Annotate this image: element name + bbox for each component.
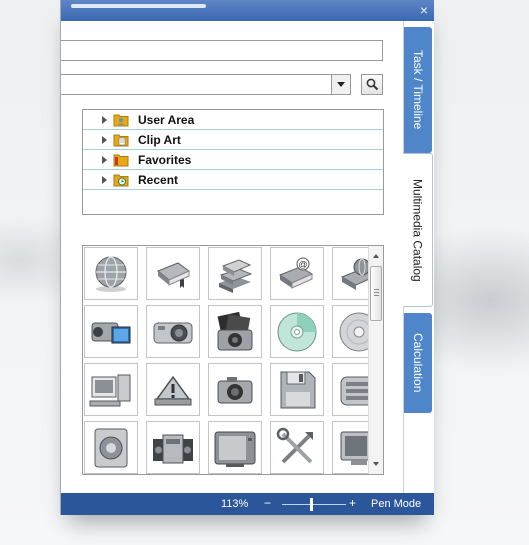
search-combo[interactable] <box>61 74 351 95</box>
gallery-tile-stereo[interactable] <box>146 421 200 474</box>
clipart-folder-icon <box>113 134 129 147</box>
gallery-tile-video-camera[interactable] <box>84 305 138 358</box>
tree-item-recent[interactable]: Recent <box>83 170 383 190</box>
tree-item-user-area[interactable]: User Area <box>83 110 383 130</box>
television-icon <box>214 431 256 467</box>
stereo-icon <box>153 434 193 463</box>
tab-multimedia-catalog[interactable]: Multimedia Catalog <box>403 153 433 307</box>
tree-item-favorites[interactable]: Favorites <box>83 150 383 170</box>
recent-folder-icon <box>113 174 129 187</box>
zoom-slider-thumb[interactable] <box>310 498 313 511</box>
gallery-tile-email-book[interactable]: @ <box>270 247 324 300</box>
gallery-tile-book[interactable] <box>146 247 200 300</box>
zoom-percentage[interactable]: 113% <box>221 498 248 510</box>
tree-item-label: Recent <box>138 173 179 187</box>
gallery-tile-tools[interactable] <box>270 421 324 474</box>
books-stack-icon <box>219 258 253 293</box>
tools-icon <box>276 427 313 463</box>
pen-mode-label[interactable]: Pen Mode <box>371 498 421 510</box>
expand-icon[interactable] <box>102 136 107 144</box>
gallery-tile-photo-camera[interactable] <box>208 305 262 358</box>
clipart-gallery: @ <box>82 245 384 475</box>
globe-icon <box>95 255 127 292</box>
zoom-out-button[interactable]: − <box>264 496 271 510</box>
gallery-tile-floppy-disk[interactable] <box>270 363 324 416</box>
gallery-tile-compact-camera[interactable] <box>146 305 200 358</box>
gallery-tile-desktop-computer[interactable] <box>84 363 138 416</box>
tree-item-label: Favorites <box>138 153 192 167</box>
gallery-tile-speaker[interactable] <box>84 421 138 474</box>
video-camera-icon <box>91 322 131 343</box>
user-folder-icon <box>113 114 129 127</box>
path-field[interactable] <box>61 40 383 61</box>
title-bar-highlight <box>71 4 206 8</box>
search-button[interactable] <box>361 74 383 95</box>
gallery-tile-books-stack[interactable] <box>208 247 262 300</box>
scroll-grip <box>374 289 379 290</box>
expand-icon[interactable] <box>102 116 107 124</box>
expand-icon[interactable] <box>102 156 107 164</box>
scroll-down-icon[interactable] <box>373 462 379 466</box>
floppy-disk-icon <box>280 371 316 408</box>
status-bar: 113% − + Pen Mode <box>61 493 434 515</box>
book-icon <box>157 261 190 288</box>
tree-item-label: Clip Art <box>138 133 181 147</box>
gallery-tile-television[interactable] <box>208 421 262 474</box>
zoom-in-button[interactable]: + <box>349 496 356 510</box>
tab-calculation[interactable]: Calculation <box>404 313 432 413</box>
catalog-panel: User Area Clip Art Favorites Recent @ <box>61 21 403 493</box>
side-tab-strip: Task / Timeline Multimedia Catalog Calcu… <box>403 21 434 493</box>
tree-item-clip-art[interactable]: Clip Art <box>83 130 383 150</box>
tab-task-timeline[interactable]: Task / Timeline <box>404 27 432 153</box>
scroll-up-icon[interactable] <box>373 254 379 258</box>
search-icon <box>366 78 379 91</box>
combo-dropdown-button[interactable] <box>331 75 350 94</box>
email-book-icon: @ <box>278 257 314 289</box>
gallery-tile-warning[interactable] <box>146 363 200 416</box>
gallery-tile-camera[interactable] <box>208 363 262 416</box>
warning-icon <box>154 375 192 405</box>
cd-disc-icon <box>277 312 317 351</box>
expand-icon[interactable] <box>102 176 107 184</box>
tree-item-label: User Area <box>138 113 195 127</box>
gallery-tile-cd-disc[interactable] <box>270 305 324 358</box>
catalog-window: × User Area Clip Art Favorites Recent @ … <box>60 0 434 515</box>
favorites-folder-icon <box>113 154 129 167</box>
close-button[interactable]: × <box>417 2 431 18</box>
speaker-icon <box>94 428 128 467</box>
catalog-tree: User Area Clip Art Favorites Recent <box>82 109 384 215</box>
camera-icon <box>217 376 253 403</box>
title-bar: × <box>61 0 434 21</box>
gallery-tile-globe[interactable] <box>84 247 138 300</box>
zoom-slider-track[interactable] <box>282 504 346 505</box>
gallery-scrollbar[interactable] <box>368 246 383 474</box>
scroll-grip <box>374 292 379 293</box>
scroll-thumb[interactable] <box>370 266 382 321</box>
compact-camera-icon <box>153 322 193 343</box>
desktop-computer-icon <box>89 374 131 406</box>
svg-text:@: @ <box>298 259 307 269</box>
photo-camera-icon <box>217 311 253 350</box>
scroll-grip <box>374 295 379 296</box>
